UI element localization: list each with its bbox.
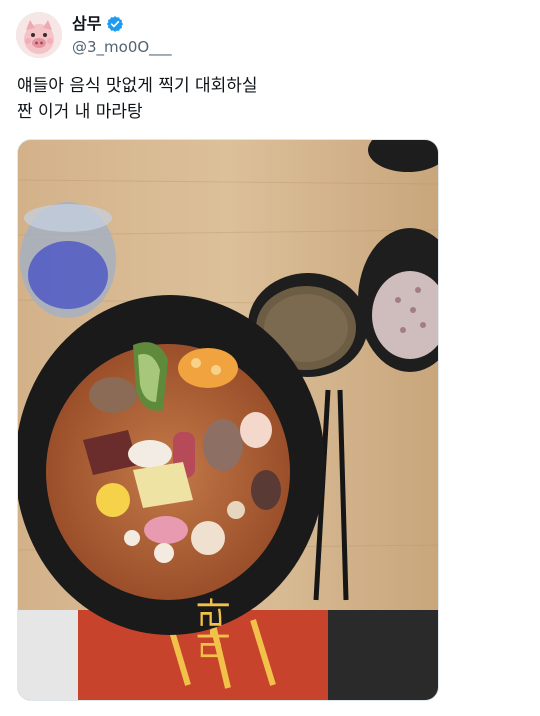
tweet-card: 삼무 @3_mo0O___ 얘들아 음식 맛없게 찍기 대회하실 짠 이거 내 … [0, 0, 540, 716]
verified-badge-icon [107, 16, 124, 32]
user-handle[interactable]: @3_mo0O___ [72, 38, 172, 56]
name-row: 삼무 [72, 14, 124, 34]
pig-avatar-icon [16, 12, 62, 58]
tweet-text-line-1: 얘들아 음식 맛없게 찍기 대회하실 [17, 76, 258, 96]
avatar[interactable] [16, 12, 62, 58]
tweet-photo[interactable]: 마라 [17, 139, 439, 701]
media-shirt-text: 마라 [195, 597, 235, 660]
display-name[interactable]: 삼무 [72, 14, 101, 34]
tweet-text-line-2: 짠 이거 내 마라탕 [17, 102, 143, 122]
tweet-text: 얘들아 음식 맛없게 찍기 대회하실 짠 이거 내 마라탕 [17, 73, 517, 125]
malatang-photo-image: 마라 [18, 140, 438, 700]
